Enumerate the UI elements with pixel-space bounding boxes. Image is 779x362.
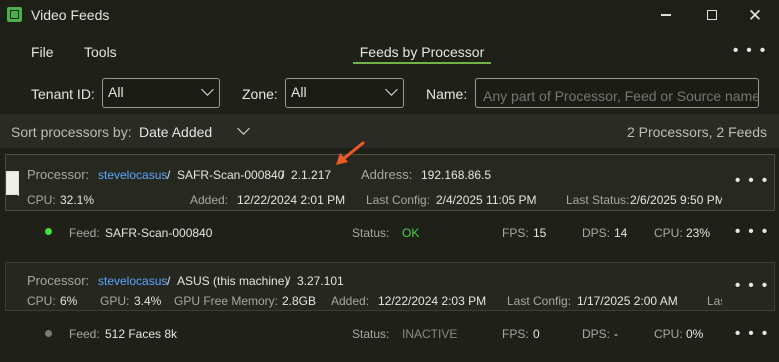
feed-status-dot <box>45 228 52 235</box>
door-icon <box>6 171 19 195</box>
window-title: Video Feeds <box>31 7 110 23</box>
added-value: 12/22/2024 2:03 PM <box>378 294 487 308</box>
last-status-label-truncated: Las <box>707 294 722 308</box>
maximize-icon <box>707 10 717 20</box>
maximize-button[interactable] <box>699 4 725 26</box>
separator: / <box>167 274 171 288</box>
chevron-down-icon <box>385 83 398 96</box>
feed-cpu-label: CPU: <box>654 327 683 341</box>
feed-status-label: Status: <box>352 226 390 240</box>
zone-label: Zone: <box>242 86 278 102</box>
zone-value: All <box>291 84 307 100</box>
dps-label: DPS: <box>582 226 611 240</box>
feed-status-value: INACTIVE <box>402 327 458 341</box>
fps-value: 15 <box>533 226 547 240</box>
last-status-label: Last Status: <box>566 193 630 207</box>
processor-version: 3.27.101 <box>297 274 344 288</box>
minimize-button[interactable] <box>653 4 679 26</box>
processor-owner-link[interactable]: stevelocasus <box>98 168 167 182</box>
added-value: 12/22/2024 2:01 PM <box>237 193 346 207</box>
processor-name: SAFR-Scan-000840 <box>177 168 285 182</box>
gpu-free-memory-label: GPU Free Memory: <box>174 294 279 308</box>
processor-owner-link[interactable]: stevelocasus <box>98 274 167 288</box>
cpu-value: 32.1% <box>60 193 95 207</box>
feed-status-value: OK <box>402 226 420 240</box>
last-config-value: 1/17/2025 2:00 AM <box>577 294 678 308</box>
address-value: 192.168.86.5 <box>421 168 492 182</box>
feed-more-button[interactable]: • • • <box>735 325 769 342</box>
menu-file[interactable]: File <box>31 44 54 60</box>
separator: / <box>167 168 171 182</box>
zone-select[interactable]: All <box>285 78 404 108</box>
gpu-free-memory-value: 2.8GB <box>282 294 317 308</box>
feed-status-dot <box>45 330 52 337</box>
feed-name[interactable]: 512 Faces 8k <box>105 327 177 341</box>
processor-version: 2.1.217 <box>291 168 332 182</box>
chevron-down-icon <box>201 83 214 96</box>
name-search-input[interactable] <box>475 78 759 108</box>
feed-cpu-value: 0% <box>686 327 704 341</box>
processor-more-button[interactable]: • • • <box>735 172 769 189</box>
gpu-label: GPU: <box>100 294 130 308</box>
separator: / <box>287 274 291 288</box>
dps-label: DPS: <box>582 327 611 341</box>
app-icon <box>7 7 22 22</box>
minimize-icon <box>661 14 671 16</box>
dps-value: - <box>614 327 618 341</box>
tenant-id-value: All <box>108 84 124 100</box>
address-label: Address: <box>361 167 413 182</box>
feed-status-label: Status: <box>352 327 390 341</box>
feed-cpu-label: CPU: <box>654 226 683 240</box>
processor-label: Processor: <box>27 273 90 288</box>
feed-name[interactable]: SAFR-Scan-000840 <box>105 226 212 240</box>
more-options-button[interactable]: • • • <box>733 42 767 59</box>
feed-cpu-value: 23% <box>686 226 711 240</box>
tenant-id-label: Tenant ID: <box>31 86 95 102</box>
name-label: Name: <box>426 86 468 102</box>
cpu-value: 6% <box>60 294 78 308</box>
processor-feed-counts: 2 Processors, 2 Feeds <box>626 124 767 140</box>
last-config-value: 2/4/2025 11:05 PM <box>436 193 537 207</box>
tab-feeds-by-processor[interactable]: Feeds by Processor <box>352 44 492 60</box>
added-label: Added: <box>190 193 229 207</box>
sort-select[interactable]: Date Added <box>139 124 212 140</box>
gpu-value: 3.4% <box>134 294 162 308</box>
sort-label: Sort processors by: <box>11 124 132 140</box>
active-tab-indicator <box>353 62 491 64</box>
annotation-arrow-icon <box>336 141 365 165</box>
feed-label: Feed: <box>69 327 100 341</box>
feed-more-button[interactable]: • • • <box>735 223 769 240</box>
fps-value: 0 <box>533 327 540 341</box>
cpu-label: CPU: <box>27 294 56 308</box>
last-config-label: Last Config: <box>507 294 572 308</box>
feed-label: Feed: <box>69 226 100 240</box>
close-button[interactable]: ✕ <box>742 4 768 26</box>
fps-label: FPS: <box>502 327 529 341</box>
processor-more-button[interactable]: • • • <box>735 277 769 294</box>
close-icon: ✕ <box>747 5 763 25</box>
tenant-id-select[interactable]: All <box>102 78 220 108</box>
fps-label: FPS: <box>502 226 529 240</box>
menu-tools[interactable]: Tools <box>84 44 117 60</box>
last-config-label: Last Config: <box>366 193 431 207</box>
added-label: Added: <box>331 294 370 308</box>
dps-value: 14 <box>614 226 628 240</box>
processor-name: ASUS (this machine) <box>177 274 289 288</box>
cpu-label: CPU: <box>27 193 56 207</box>
processor-label: Processor: <box>27 167 90 182</box>
separator: / <box>281 168 285 182</box>
last-status-value: 2/6/2025 9:50 PM <box>630 193 722 207</box>
